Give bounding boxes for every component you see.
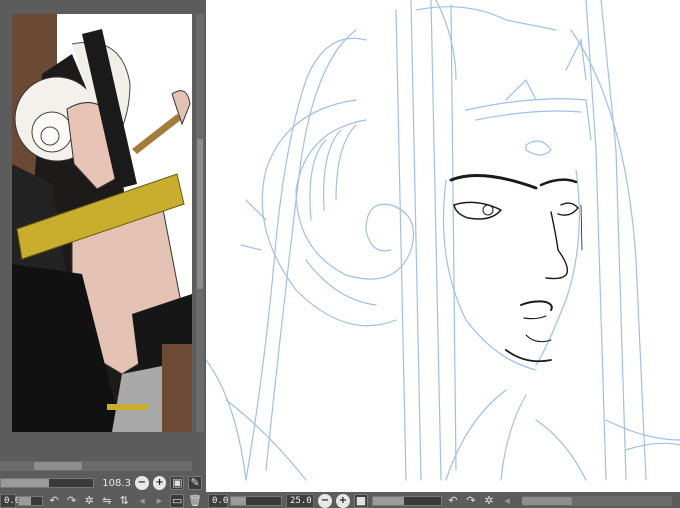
sketch-illustration bbox=[206, 0, 680, 481]
canvas-horizontal-scrollbar[interactable] bbox=[522, 496, 672, 506]
flip-vertical-icon[interactable]: ⇅ bbox=[118, 494, 132, 508]
zoom-out-icon[interactable]: − bbox=[318, 494, 332, 508]
preview-illustration bbox=[12, 14, 192, 432]
navigator-vertical-scrollbar[interactable] bbox=[196, 14, 204, 432]
scroll-left-icon[interactable]: ◂ bbox=[500, 494, 514, 508]
pen-icon[interactable]: ✎ bbox=[188, 476, 202, 490]
navigator-rotation-slider[interactable] bbox=[18, 496, 44, 506]
zoom-out-icon[interactable]: − bbox=[134, 476, 149, 490]
zoom-in-icon[interactable]: + bbox=[152, 476, 167, 490]
fit-icon[interactable]: ▣ bbox=[170, 476, 185, 490]
fit-icon[interactable]: ■ bbox=[354, 494, 368, 508]
folder-icon[interactable]: ▭ bbox=[170, 494, 184, 508]
trash-icon[interactable]: 🗑 bbox=[188, 494, 202, 508]
app-window: 108.3 − + ▣ ✎ 0.0 ↶ ↷ ✲ ⇋ ⇅ ◂ ▸ ▭ 🗑 0.0 … bbox=[0, 0, 680, 508]
canvas-toolbar-row: 0.0 25.0 − + ■ ↶ ↷ ✲ ◂ bbox=[208, 492, 678, 508]
canvas-zoom-value[interactable]: 25.0 bbox=[286, 494, 314, 508]
navigator-zoom-row: 108.3 − + ▣ ✎ bbox=[0, 474, 206, 492]
reset-rotation-icon[interactable]: ✲ bbox=[482, 494, 496, 508]
navigator-rotation-row: 0.0 ↶ ↷ ✲ ⇋ ⇅ ◂ ▸ ▭ 🗑 bbox=[0, 492, 206, 508]
navigator-rotation-value[interactable]: 0.0 bbox=[0, 494, 20, 508]
zoom-in-icon[interactable]: + bbox=[336, 494, 350, 508]
canvas-status-bar: 0.0 25.0 − + ■ ↶ ↷ ✲ ◂ bbox=[206, 492, 680, 508]
reset-rotation-icon[interactable]: ✲ bbox=[82, 494, 96, 508]
rotate-left-icon[interactable]: ↶ bbox=[47, 494, 61, 508]
rotate-right-icon[interactable]: ↷ bbox=[464, 494, 478, 508]
navigator-zoom-value: 108.3 bbox=[102, 477, 131, 489]
navigator-zoom-slider[interactable] bbox=[0, 478, 95, 488]
canvas-zoom-slider[interactable] bbox=[372, 496, 442, 506]
drawing-canvas[interactable] bbox=[206, 0, 680, 492]
canvas-rotation-value[interactable]: 0.0 bbox=[208, 494, 228, 508]
flip-horizontal-icon[interactable]: ⇋ bbox=[100, 494, 114, 508]
scroll-left-icon[interactable]: ◂ bbox=[135, 494, 149, 508]
rotate-right-icon[interactable]: ↷ bbox=[65, 494, 79, 508]
navigator-panel: 108.3 − + ▣ ✎ 0.0 ↶ ↷ ✲ ⇋ ⇅ ◂ ▸ ▭ 🗑 bbox=[0, 0, 206, 508]
navigator-preview[interactable] bbox=[12, 14, 192, 432]
scroll-right-icon[interactable]: ▸ bbox=[153, 494, 167, 508]
navigator-horizontal-scrollbar[interactable] bbox=[0, 461, 192, 471]
rotate-left-icon[interactable]: ↶ bbox=[446, 494, 460, 508]
canvas-rotation-slider[interactable] bbox=[230, 496, 282, 506]
